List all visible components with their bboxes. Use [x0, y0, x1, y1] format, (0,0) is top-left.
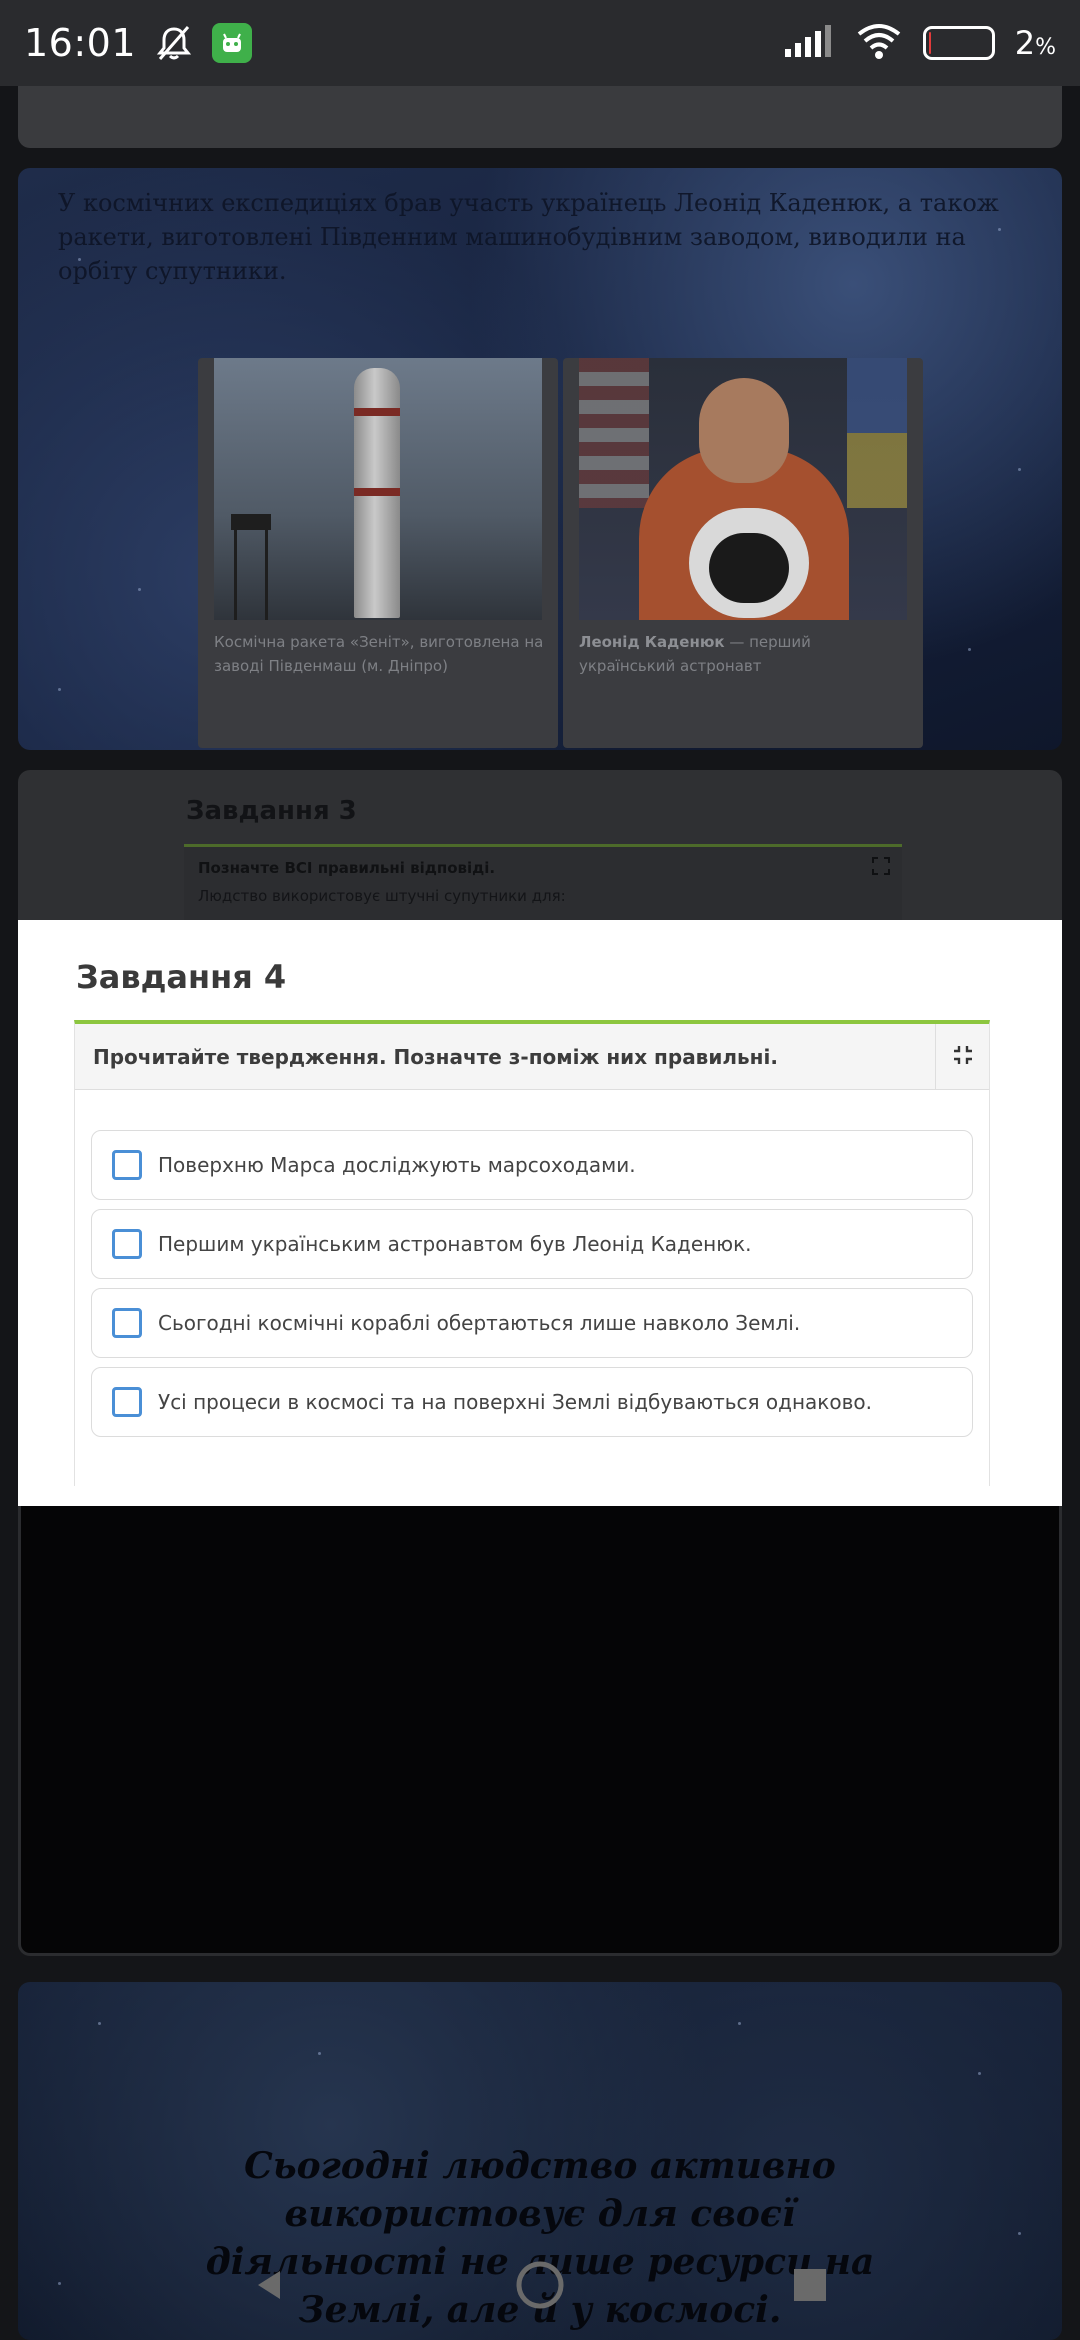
task3-card: Завдання 3 Позначте ВСІ правильні відпов…	[18, 770, 1062, 920]
option-label: Поверхню Марса досліджують марсоходами.	[158, 1153, 636, 1177]
task4-question: Прочитайте твердження. Позначте з-поміж …	[93, 1044, 778, 1069]
astronaut-photo	[579, 358, 907, 620]
back-icon[interactable]	[235, 2250, 305, 2320]
option-row[interactable]: Сьогодні космічні кораблі обертаються ли…	[91, 1288, 973, 1358]
status-time: 16:01	[24, 21, 137, 65]
status-bar: 16:01 2%	[0, 0, 1080, 86]
expand-icon	[872, 857, 890, 879]
task3-title: Завдання 3	[186, 796, 357, 826]
astronaut-photo-card: Леонід Каденюк — перший український астр…	[563, 358, 923, 748]
option-row[interactable]: Поверхню Марса досліджують марсоходами.	[91, 1130, 973, 1200]
task4-title: Завдання 4	[76, 958, 287, 996]
floodlight-tower	[231, 514, 271, 620]
task4-header: Прочитайте твердження. Позначте з-поміж …	[75, 1024, 989, 1090]
rocket-photo	[214, 358, 542, 620]
task4-question-box: Прочитайте твердження. Позначте з-поміж …	[74, 1020, 990, 1486]
home-icon[interactable]	[505, 2250, 575, 2320]
option-checkbox[interactable]	[112, 1387, 142, 1417]
signal-icon	[783, 23, 835, 63]
space-intro-text: У космічних експедиціях брав участь укра…	[58, 189, 999, 285]
rocket-icon	[354, 368, 400, 618]
task4-panel: Завдання 4 Прочитайте твердження. Познач…	[18, 920, 1062, 1506]
fullscreen-exit-icon	[953, 1045, 973, 1069]
option-row[interactable]: Усі процеси в космосі та на поверхні Зем…	[91, 1367, 973, 1437]
previous-card	[18, 86, 1062, 148]
system-nav-bar	[0, 2230, 1080, 2340]
task3-subtext: Людство використовує штучні супутники дл…	[198, 887, 566, 905]
task3-question: Позначте ВСІ правильні відповіді.	[198, 859, 496, 877]
recents-icon[interactable]	[775, 2250, 845, 2320]
fullscreen-toggle-button[interactable]	[935, 1024, 989, 1090]
space-info-card: У космічних експедиціях брав участь укра…	[18, 168, 1062, 750]
rocket-photo-card: Космічна ракета «Зеніт», виготовлена на …	[198, 358, 558, 748]
option-label: Першим українським астронавтом був Леоні…	[158, 1232, 752, 1256]
option-checkbox[interactable]	[112, 1229, 142, 1259]
battery-icon	[922, 26, 995, 60]
battery-percent: 2%	[1014, 24, 1056, 62]
rocket-caption: Космічна ракета «Зеніт», виготовлена на …	[214, 633, 544, 675]
battery-level-fill	[928, 32, 932, 54]
option-label: Сьогодні космічні кораблі обертаються ли…	[158, 1311, 801, 1335]
astronaut-caption: Леонід Каденюк — перший український астр…	[579, 633, 811, 675]
task4-backdrop	[18, 1506, 1062, 1956]
option-checkbox[interactable]	[112, 1150, 142, 1180]
wifi-icon	[855, 22, 903, 64]
option-checkbox[interactable]	[112, 1308, 142, 1338]
bell-muted-icon	[154, 23, 194, 63]
option-label: Усі процеси в космосі та на поверхні Зем…	[158, 1390, 872, 1414]
task3-box: Позначте ВСІ правильні відповіді. Людств…	[184, 844, 902, 920]
option-row[interactable]: Першим українським астронавтом був Леоні…	[91, 1209, 973, 1279]
android-app-icon	[212, 23, 253, 63]
task4-options: Поверхню Марса досліджують марсоходами. …	[75, 1090, 989, 1437]
